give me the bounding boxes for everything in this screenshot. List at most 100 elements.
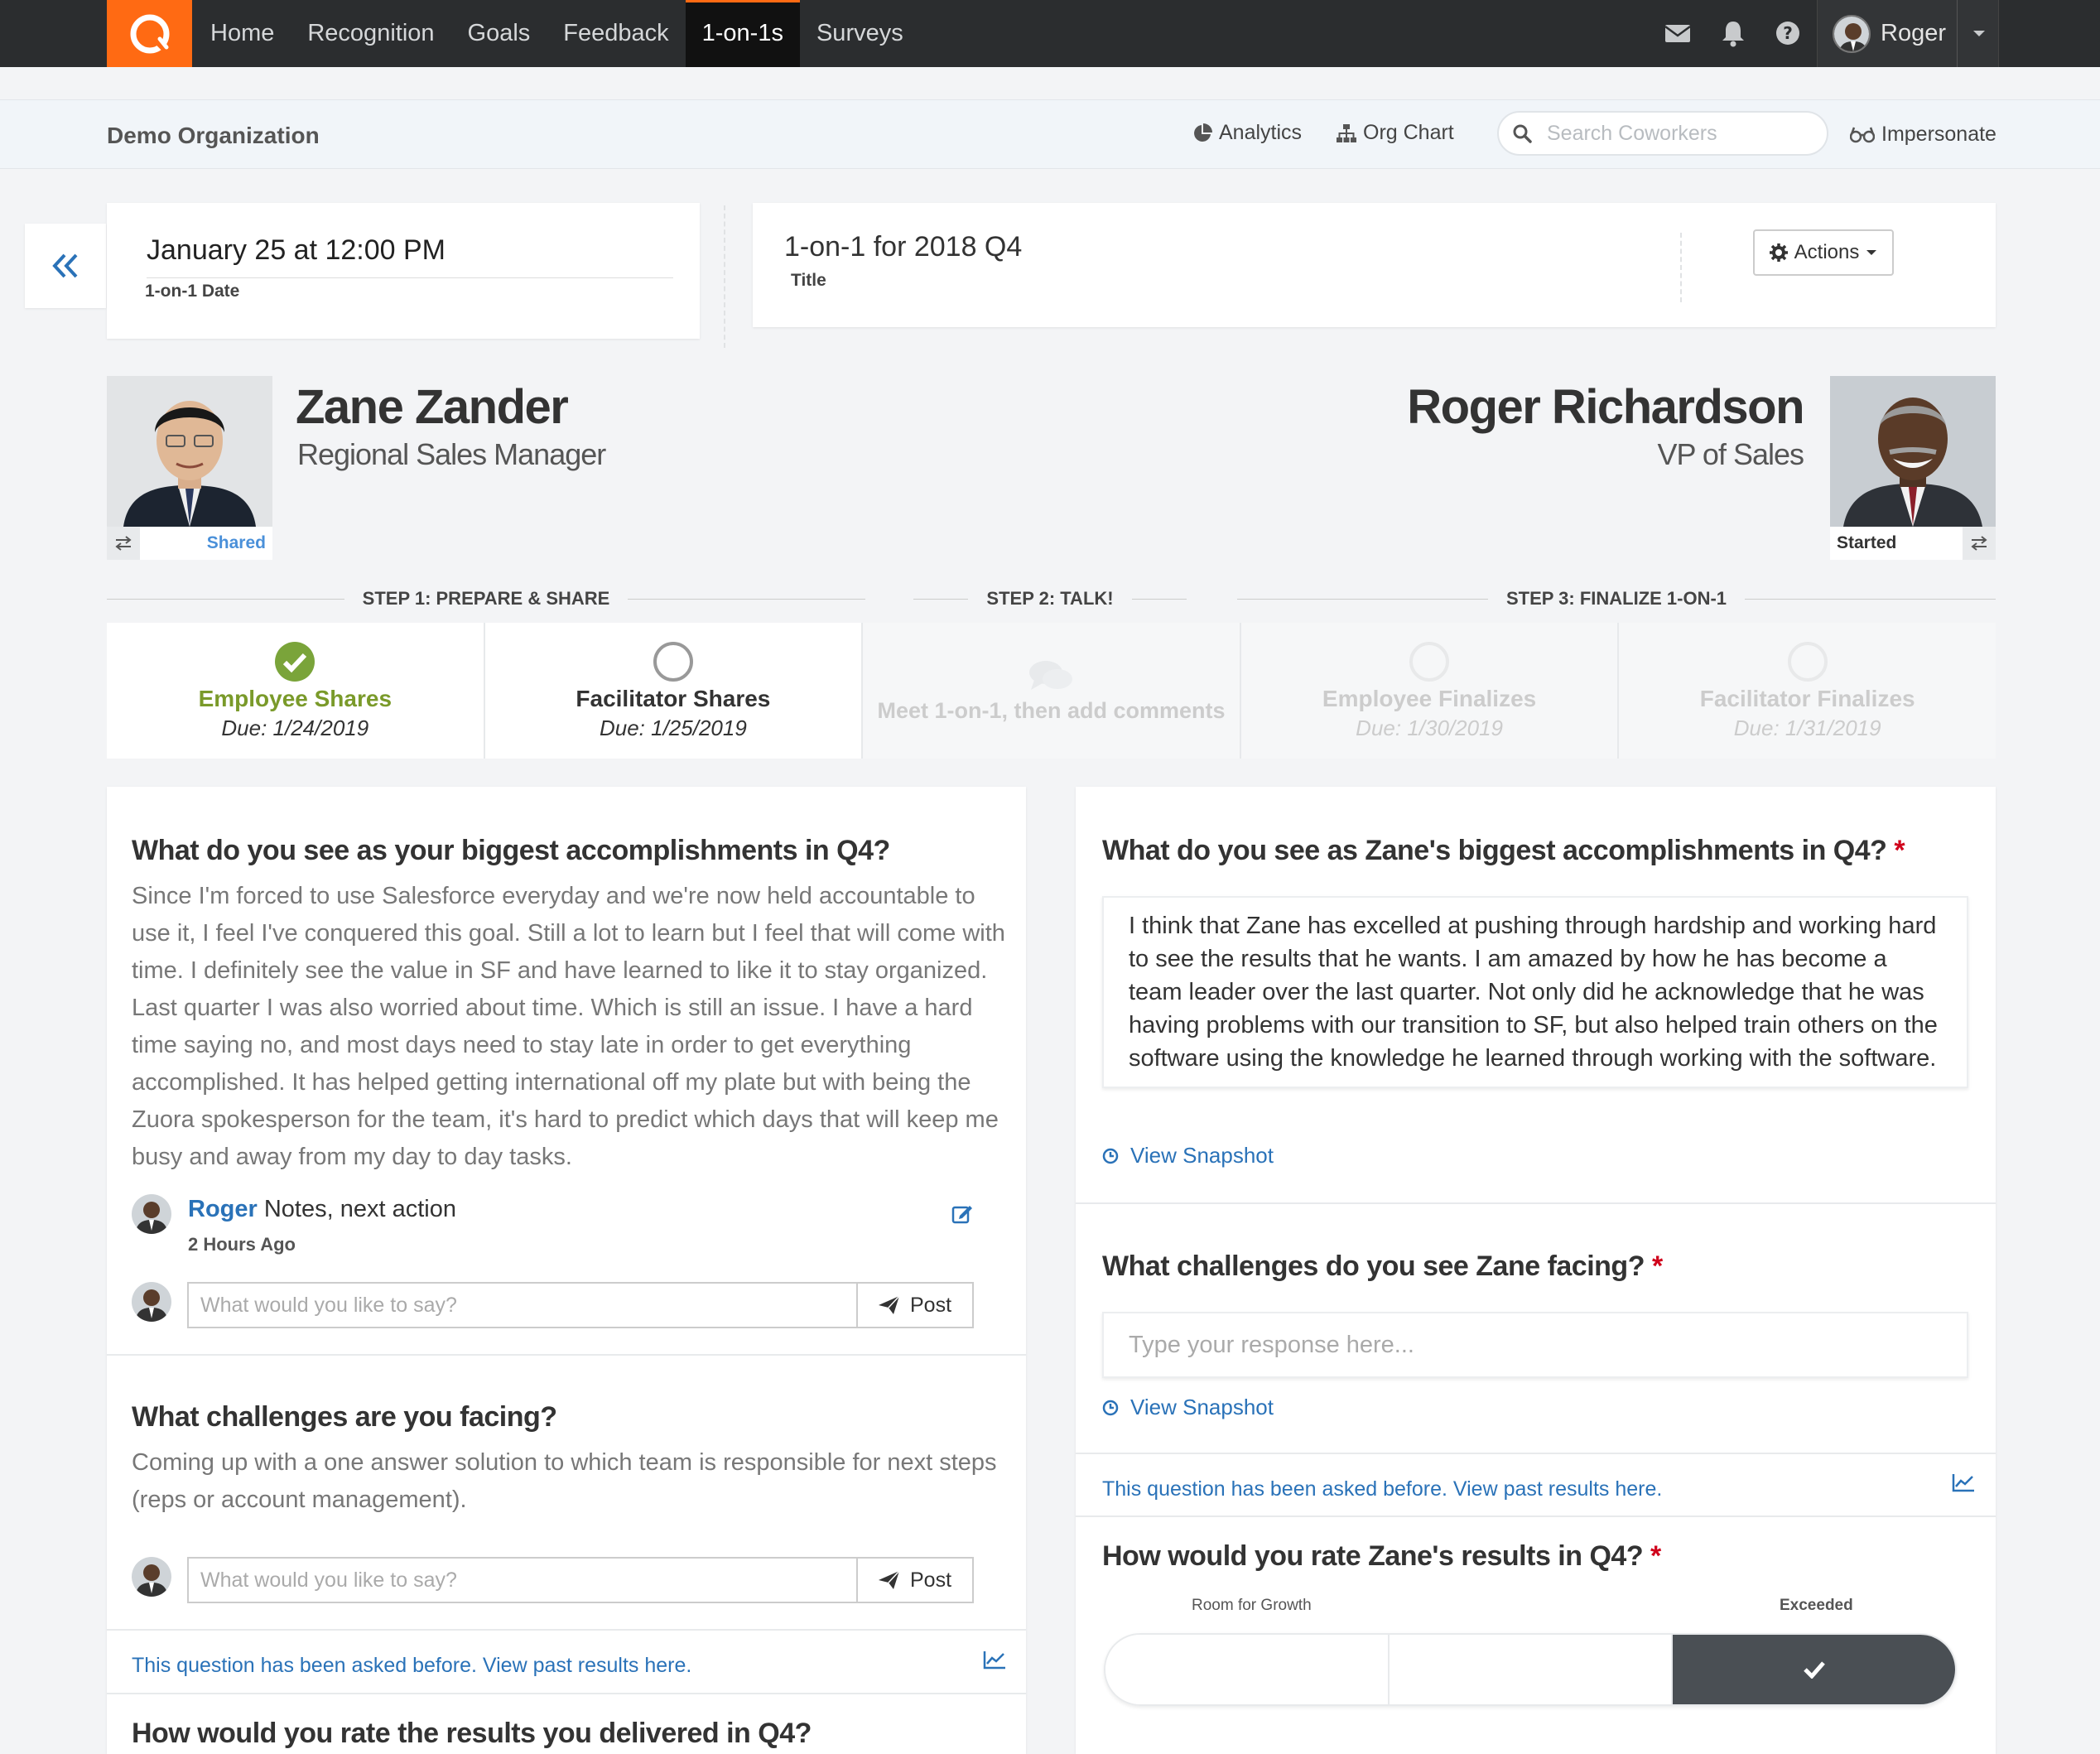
nav-home[interactable]: Home xyxy=(194,0,291,67)
empty-circle-icon xyxy=(1409,641,1450,682)
date-underline xyxy=(147,277,673,278)
rating-scale xyxy=(1104,1633,1957,1706)
meeting-date-value: January 25 at 12:00 PM xyxy=(147,234,446,266)
employee-role: Regional Sales Manager xyxy=(297,437,606,471)
comment-input[interactable] xyxy=(189,1559,856,1602)
step-facilitator-shares[interactable]: Facilitator Shares Due: 1/25/2019 xyxy=(484,623,864,759)
step-1-header: STEP 1: PREPARE & SHARE xyxy=(107,586,866,611)
question-title: What challenges do you see Zane facing? … xyxy=(1102,1250,1663,1282)
view-snapshot-link[interactable]: View Snapshot xyxy=(1102,1143,1274,1169)
line-chart-icon[interactable] xyxy=(983,1650,1006,1670)
employee-status: Shared xyxy=(206,533,266,552)
impersonate-link[interactable]: Impersonate xyxy=(1850,123,1996,147)
paper-plane-icon xyxy=(878,1295,900,1314)
response-input[interactable]: Type your response here... xyxy=(1102,1312,1968,1378)
sitemap-icon xyxy=(1337,123,1356,142)
divider xyxy=(1076,1453,1996,1454)
nav-goals[interactable]: Goals xyxy=(451,0,547,67)
rating-option-2[interactable] xyxy=(1389,1635,1674,1704)
meeting-date-card[interactable]: January 25 at 12:00 PM 1-on-1 Date xyxy=(107,203,700,339)
bell-icon[interactable] xyxy=(1718,18,1748,48)
check-circle-icon xyxy=(275,641,315,682)
line-chart-icon[interactable] xyxy=(1952,1472,1975,1492)
rating-option-3[interactable] xyxy=(1673,1635,1955,1704)
step-facilitator-finalizes: Facilitator Finalizes Due: 1/31/2019 xyxy=(1619,623,1996,759)
question-title: What do you see as your biggest accompli… xyxy=(132,835,890,866)
title-separator xyxy=(1680,233,1682,302)
comments-icon xyxy=(1029,660,1073,690)
search-input[interactable] xyxy=(1547,121,1812,146)
workflow-steps: Employee Shares Due: 1/24/2019 Facilitat… xyxy=(107,623,1996,759)
user-name: Roger xyxy=(1881,20,1946,46)
envelope-icon[interactable] xyxy=(1663,18,1693,48)
facilitator-status-bar: Started xyxy=(1830,527,1996,560)
organization-name: Demo Organization xyxy=(107,123,320,148)
divider xyxy=(1076,1202,1996,1204)
comment-input[interactable] xyxy=(189,1284,856,1327)
gear-icon xyxy=(1769,243,1788,262)
paper-plane-icon xyxy=(878,1570,900,1589)
back-button[interactable] xyxy=(25,224,106,308)
nav-surveys[interactable]: Surveys xyxy=(800,0,920,67)
org-chart-link[interactable]: Org Chart xyxy=(1337,121,1454,145)
step-meet: Meet 1-on-1, then add comments xyxy=(863,623,1241,759)
employee-status-bar: Shared xyxy=(107,527,272,560)
post-button[interactable]: Post xyxy=(856,1284,972,1327)
nav-feedback[interactable]: Feedback xyxy=(547,0,685,67)
facilitator-response[interactable]: I think that Zane has excelled at pushin… xyxy=(1102,896,1968,1088)
pie-chart-icon xyxy=(1194,123,1212,142)
actions-button[interactable]: Actions xyxy=(1753,229,1894,276)
question-title: What challenges are you facing? xyxy=(132,1401,557,1433)
employee-answers-panel: What do you see as your biggest accompli… xyxy=(107,787,1026,1754)
app-logo[interactable] xyxy=(107,0,192,67)
question-title: How would you rate the results you deliv… xyxy=(132,1718,812,1749)
step-3-header: STEP 3: FINALIZE 1-ON-1 xyxy=(1237,586,1996,611)
rating-low-label: Room for Growth xyxy=(1192,1597,1312,1614)
logo-icon xyxy=(130,14,169,53)
help-icon[interactable]: ? xyxy=(1773,18,1803,48)
main-nav: Home Recognition Goals Feedback 1-on-1s … xyxy=(194,0,920,67)
past-results-link[interactable]: This question has been asked before. Vie… xyxy=(132,1654,691,1678)
step-2-header: STEP 2: TALK! xyxy=(913,586,1187,611)
step-employee-finalizes: Employee Finalizes Due: 1/30/2019 xyxy=(1240,623,1620,759)
check-icon xyxy=(1803,1661,1825,1679)
required-marker: * xyxy=(1650,1540,1661,1572)
employee-photo xyxy=(107,376,272,527)
analytics-link[interactable]: Analytics xyxy=(1192,121,1302,145)
current-user-avatar xyxy=(132,1282,171,1322)
edit-comment-icon[interactable] xyxy=(951,1202,973,1224)
meeting-title-card[interactable]: 1-on-1 for 2018 Q4 Title Actions xyxy=(753,203,1996,327)
nav-one-on-ones[interactable]: 1-on-1s xyxy=(685,0,800,67)
current-user-avatar xyxy=(132,1557,171,1597)
double-chevron-left-icon xyxy=(52,253,78,278)
divider xyxy=(107,1629,1026,1631)
facilitator-role: VP of Sales xyxy=(1657,437,1804,471)
comment-box: Post xyxy=(187,1282,974,1328)
facilitator-answers-panel: What do you see as Zane's biggest accomp… xyxy=(1076,787,1996,1754)
employee-answer: Coming up with a one answer solution to … xyxy=(132,1449,997,1513)
rating-high-label: Exceeded xyxy=(1780,1597,1853,1614)
meeting-title-value: 1-on-1 for 2018 Q4 xyxy=(784,231,1023,263)
search-coworkers[interactable] xyxy=(1497,111,1828,156)
svg-text:?: ? xyxy=(1783,23,1793,43)
glasses-icon xyxy=(1850,127,1875,142)
user-dropdown-toggle[interactable] xyxy=(1957,0,2000,67)
empty-circle-icon xyxy=(1787,641,1828,682)
employee-answer: Since I'm forced to use Salesforce every… xyxy=(132,883,1005,1170)
divider xyxy=(107,1354,1026,1356)
required-marker: * xyxy=(1651,1250,1663,1282)
meeting-date-label: 1-on-1 Date xyxy=(145,282,240,301)
step-employee-shares[interactable]: Employee Shares Due: 1/24/2019 xyxy=(107,623,485,759)
comment-author[interactable]: Roger xyxy=(188,1196,258,1222)
facilitator-name: Roger Richardson xyxy=(1407,380,1804,434)
post-button[interactable]: Post xyxy=(856,1559,972,1602)
user-avatar xyxy=(1833,14,1871,53)
view-snapshot-link[interactable]: View Snapshot xyxy=(1102,1395,1274,1420)
rating-option-1[interactable] xyxy=(1105,1635,1390,1704)
swap-icon[interactable] xyxy=(107,527,140,560)
caret-down-icon xyxy=(1972,30,1985,36)
nav-recognition[interactable]: Recognition xyxy=(291,0,450,67)
swap-icon[interactable] xyxy=(1963,527,1996,560)
search-icon xyxy=(1513,124,1532,143)
past-results-link[interactable]: This question has been asked before. Vie… xyxy=(1102,1477,1662,1501)
